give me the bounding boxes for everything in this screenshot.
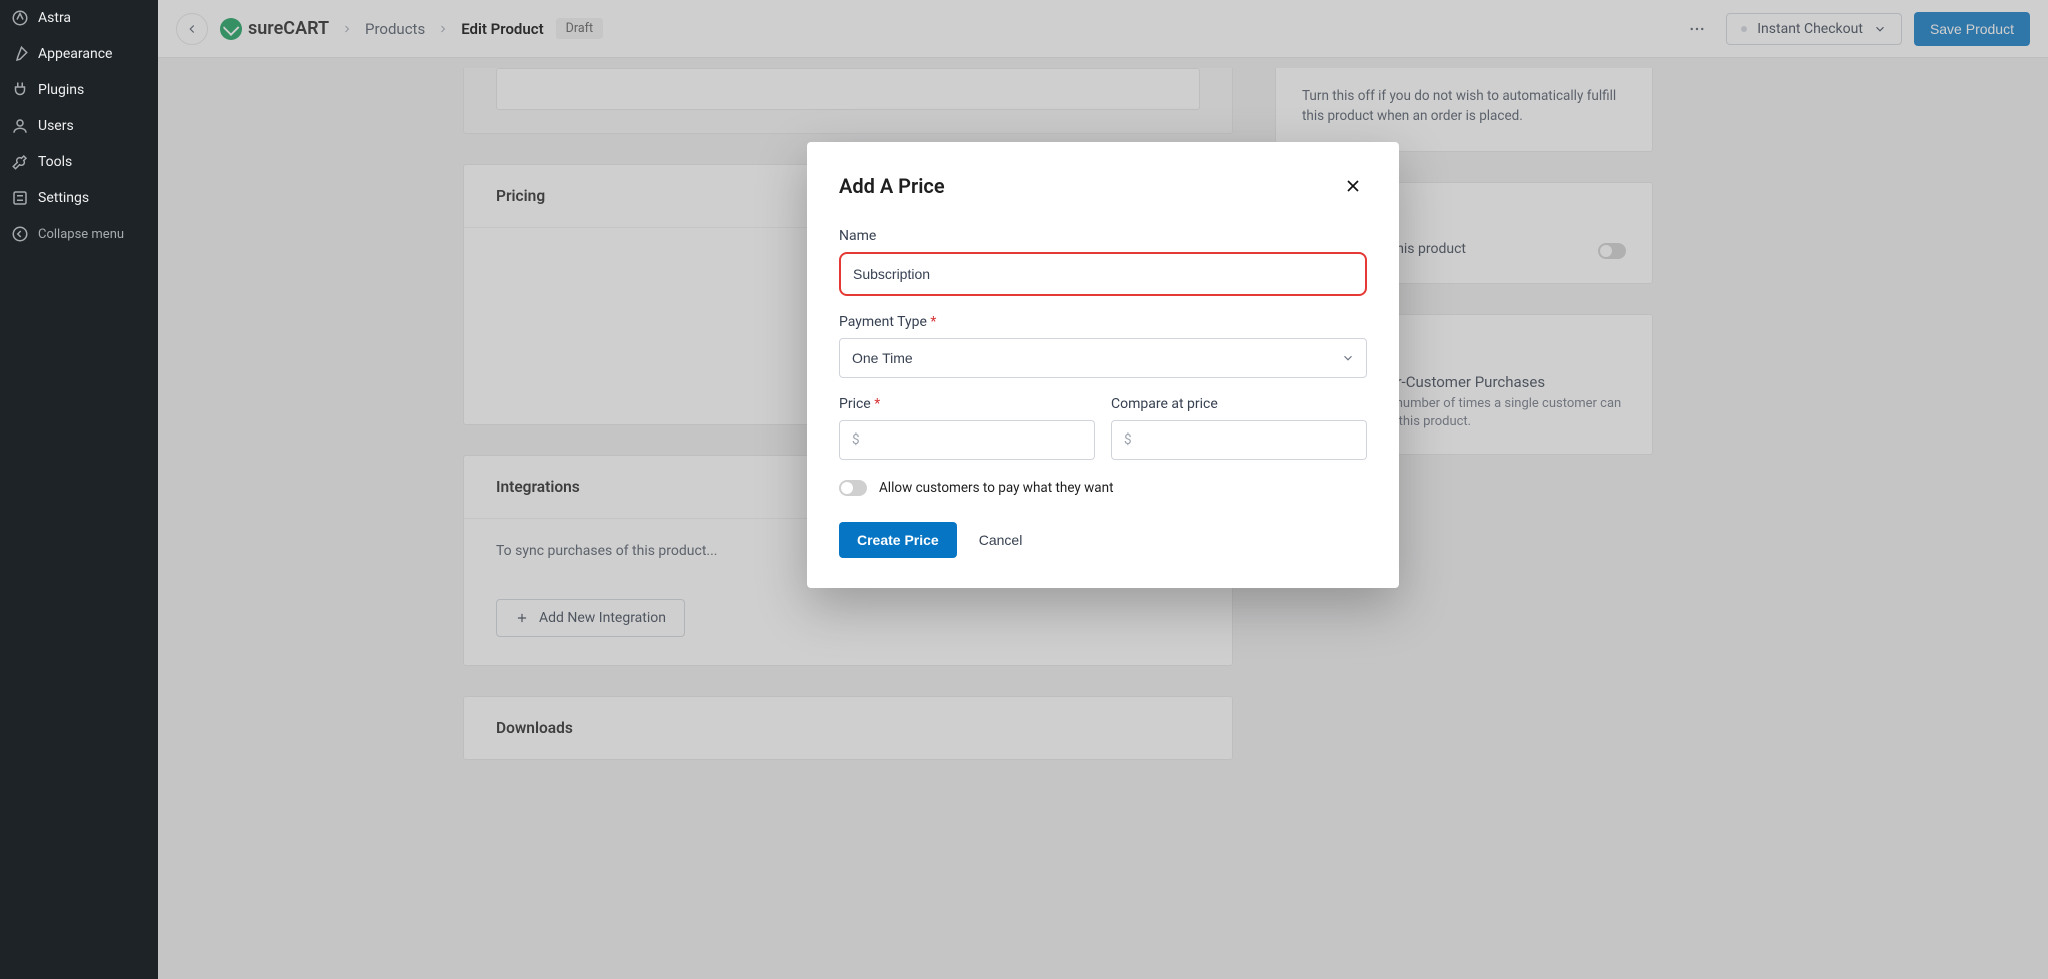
sidebar-item-label: Settings [38,190,89,206]
name-input[interactable] [839,252,1367,296]
sidebar-item-tools[interactable]: Tools [0,144,158,180]
cancel-button[interactable]: Cancel [979,532,1023,548]
sidebar-item-settings[interactable]: Settings [0,180,158,216]
main-area: sureCART Products Edit Product Draft Ins… [158,0,2048,979]
sidebar-item-astra[interactable]: Astra [0,0,158,36]
payment-type-label: Payment Type * [839,314,1367,330]
user-icon [10,116,30,136]
astra-icon [10,8,30,28]
sidebar-item-label: Plugins [38,82,84,98]
compare-price-input[interactable]: $ [1111,420,1367,460]
sidebar-item-users[interactable]: Users [0,108,158,144]
currency-symbol: $ [852,432,860,448]
price-input[interactable]: $ [839,420,1095,460]
wrench-icon [10,152,30,172]
sidebar-item-plugins[interactable]: Plugins [0,72,158,108]
close-icon [1343,176,1363,196]
sidebar-item-label: Appearance [38,46,112,62]
payment-type-select[interactable] [839,338,1367,378]
sidebar-collapse-label: Collapse menu [38,227,124,242]
sidebar-item-label: Tools [38,154,72,170]
currency-symbol: $ [1124,432,1132,448]
add-price-modal: Add A Price Name Payment Type * Price * [807,142,1399,588]
plug-icon [10,80,30,100]
sidebar-collapse[interactable]: Collapse menu [0,216,158,252]
sliders-icon [10,188,30,208]
sidebar-item-label: Users [38,118,74,134]
sidebar-item-appearance[interactable]: Appearance [0,36,158,72]
brush-icon [10,44,30,64]
modal-close-button[interactable] [1339,172,1367,200]
pay-what-want-label: Allow customers to pay what they want [879,480,1114,496]
price-label: Price * [839,396,1095,412]
wp-admin-sidebar: Astra Appearance Plugins Users Tools Set… [0,0,158,979]
collapse-icon [10,224,30,244]
pay-what-want-toggle[interactable] [839,480,867,496]
sidebar-item-label: Astra [38,10,71,26]
create-price-button[interactable]: Create Price [839,522,957,558]
name-label: Name [839,228,1367,244]
compare-price-label: Compare at price [1111,396,1367,412]
modal-title: Add A Price [839,174,945,198]
